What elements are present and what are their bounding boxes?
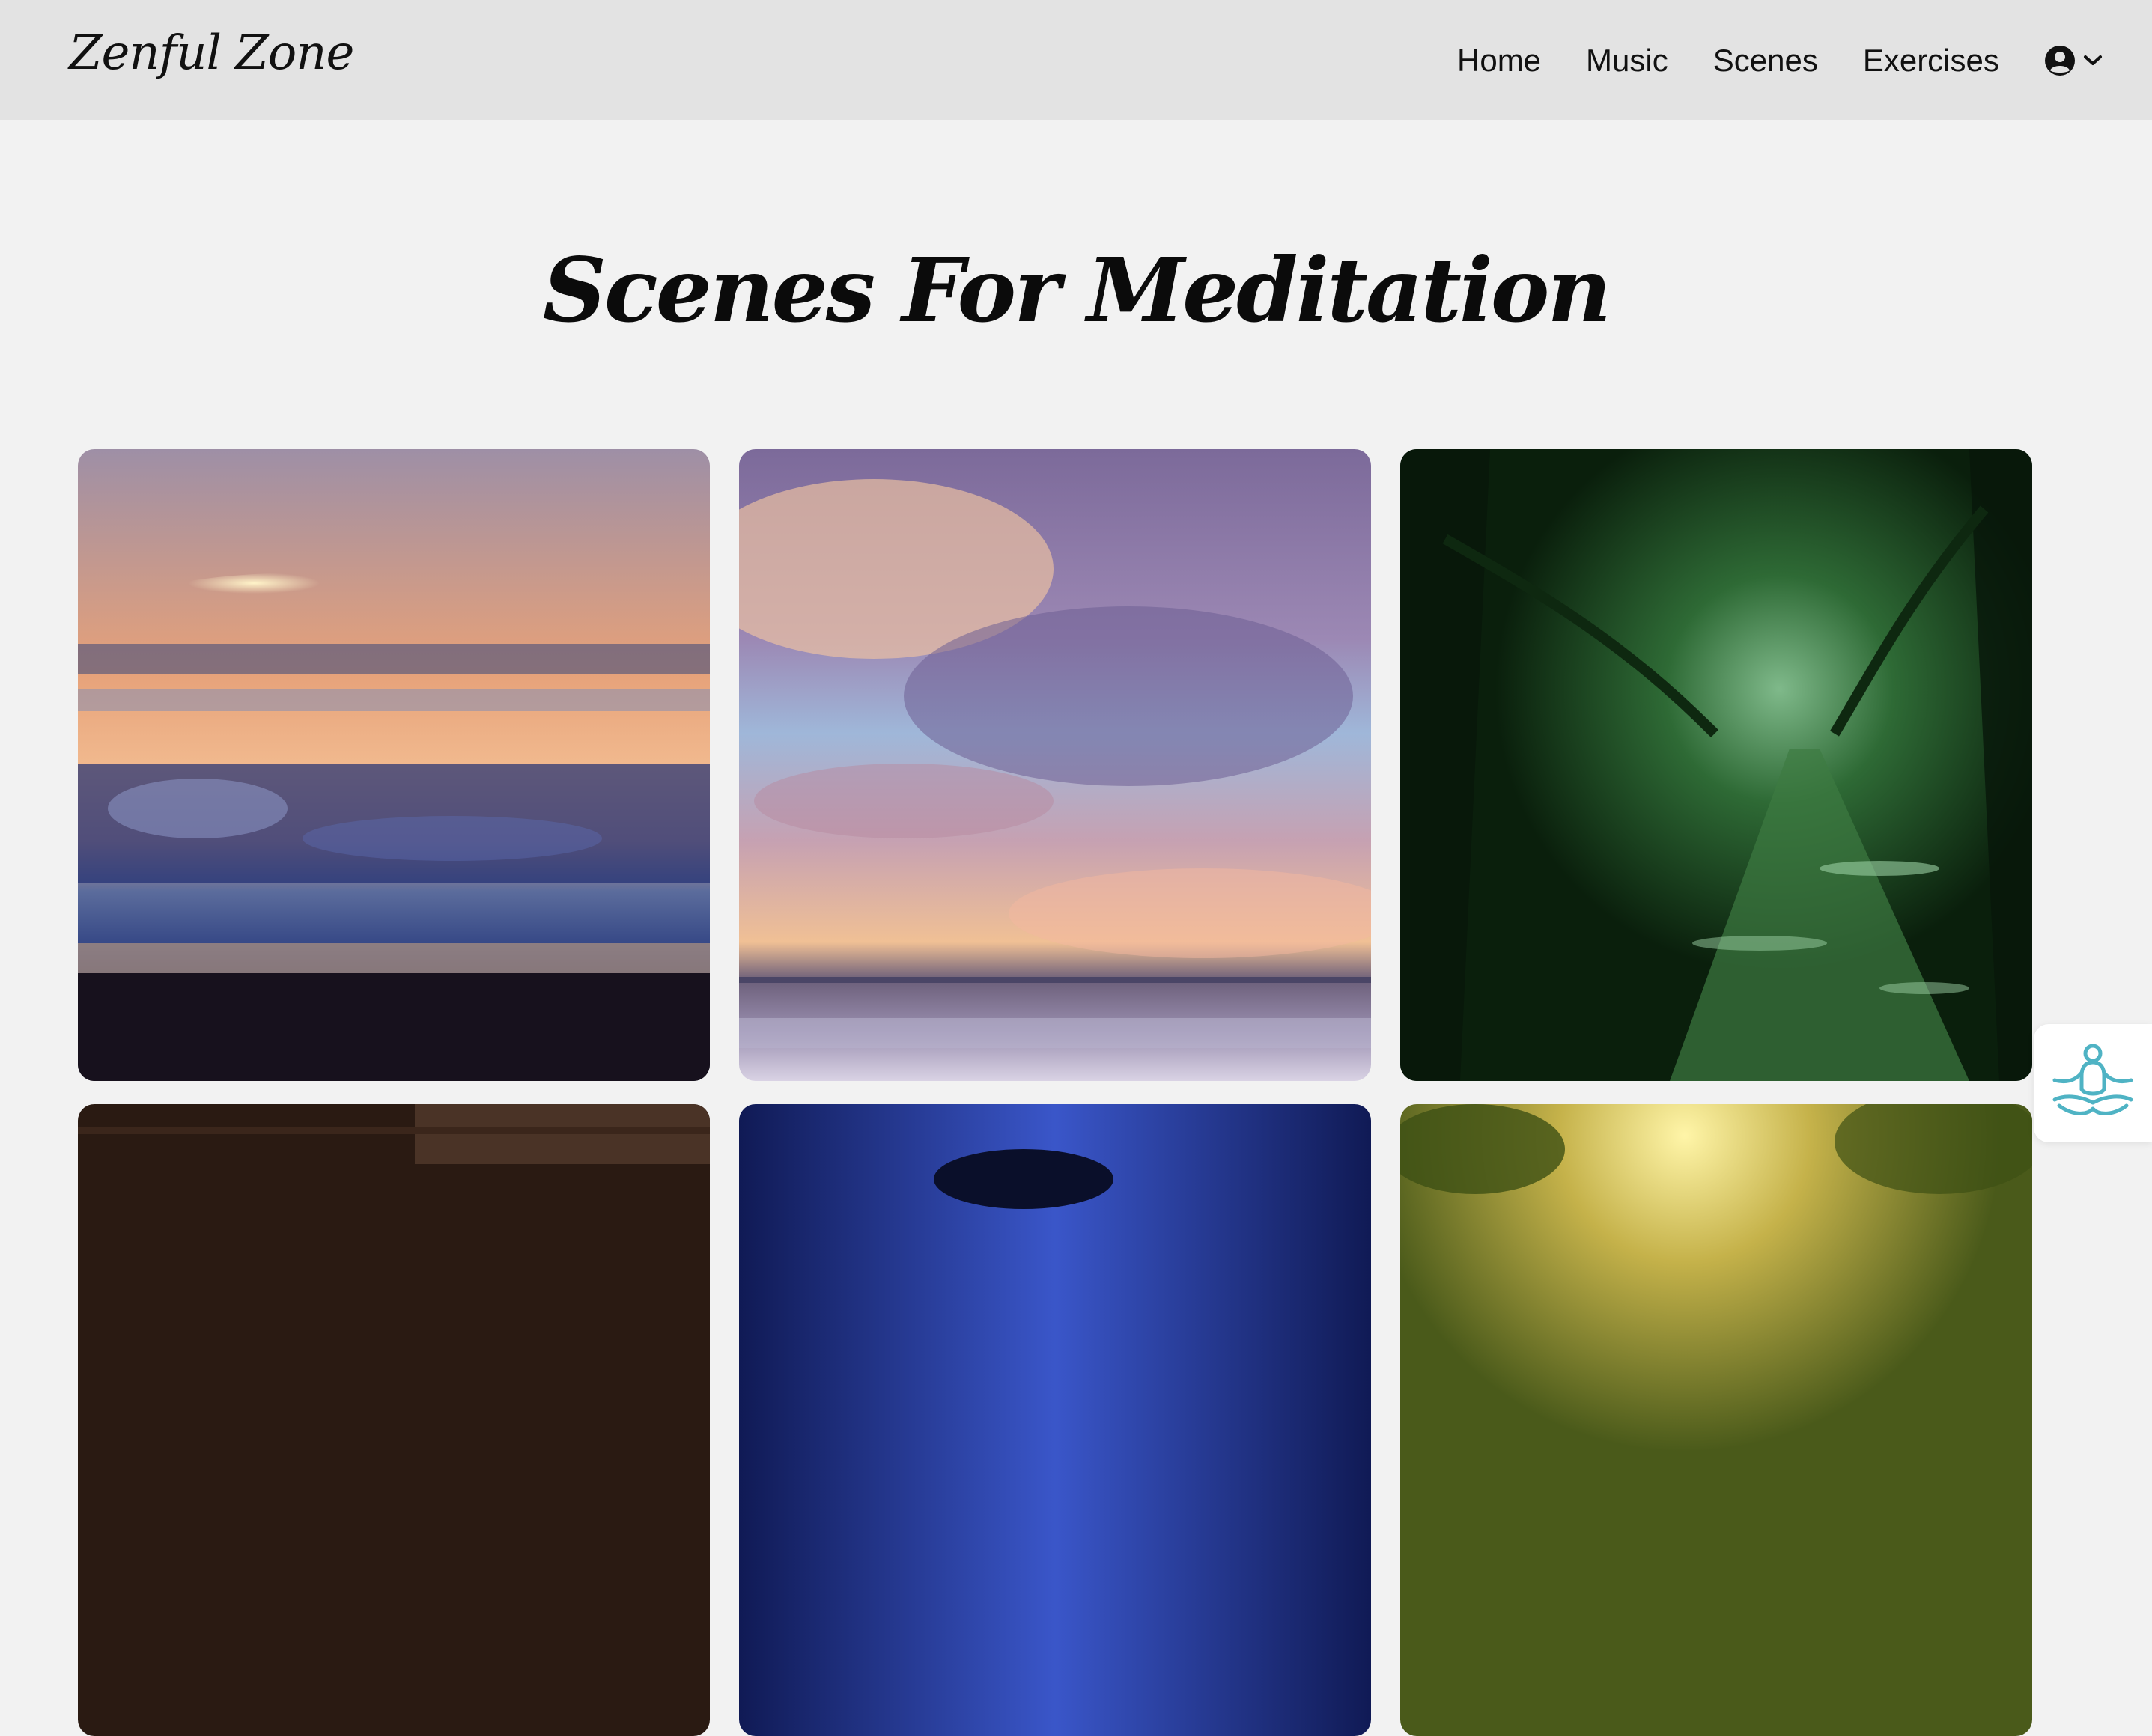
nav-links: Home Music Scenes Exercises [1457, 37, 2103, 84]
scene-card[interactable] [1400, 1104, 2032, 1736]
account-menu-button[interactable] [2044, 45, 2103, 76]
ocean-waves-sunset-scene [78, 449, 710, 1081]
forest-path-scene [1400, 449, 2032, 1081]
page-title: Scenes For Meditation [542, 238, 1612, 342]
nav-scenes-link[interactable]: Scenes [1713, 43, 1818, 79]
scene-card[interactable] [78, 449, 710, 1081]
sunlit-jungle-scene [1400, 1104, 2032, 1736]
chevron-down-icon [2083, 55, 2103, 67]
scene-card[interactable] [78, 1104, 710, 1736]
meditation-figure-icon [2049, 1043, 2137, 1124]
top-navbar: Zenful Zone Home Music Scenes Exercises [0, 0, 2152, 120]
user-circle-icon [2044, 45, 2076, 76]
meditation-floating-button[interactable] [2034, 1024, 2152, 1142]
dark-wooden-cabin-scene [78, 1104, 710, 1736]
blue-cave-scene [739, 1104, 1371, 1736]
nav-home-link[interactable]: Home [1457, 43, 1541, 79]
scene-card[interactable] [739, 1104, 1371, 1736]
nav-music-link[interactable]: Music [1586, 43, 1668, 79]
scene-card[interactable] [739, 449, 1371, 1081]
nav-exercises-link[interactable]: Exercises [1863, 43, 1999, 79]
scene-card[interactable] [1400, 449, 2032, 1081]
brand-logo[interactable]: Zenful Zone [69, 25, 354, 81]
sunset-clouds-sea-scene [739, 449, 1371, 1081]
